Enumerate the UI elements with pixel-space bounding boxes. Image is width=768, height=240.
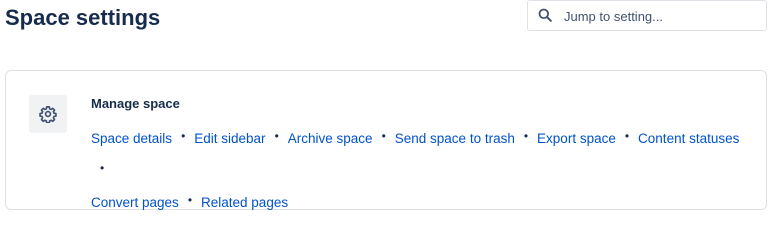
send-space-to-trash-link[interactable]: Send space to trash [395,131,515,146]
export-space-link[interactable]: Export space [537,131,616,146]
manage-space-card: Manage space Space details • Edit sidebar •… [5,70,767,210]
manage-space-heading: Manage space [91,96,180,111]
related-pages-link[interactable]: Related pages [201,195,288,210]
jump-to-setting-search[interactable] [527,0,767,31]
page-title: Space settings [5,5,161,30]
search-icon [538,8,552,22]
content-statuses-link[interactable]: Content statuses [638,131,739,146]
space-details-link[interactable]: Space details [91,131,172,146]
separator-dot: • [187,193,193,207]
search-input[interactable] [564,5,760,27]
separator-dot: • [181,129,186,143]
archive-space-link[interactable]: Archive space [288,131,373,146]
separator-dot: • [274,129,279,143]
edit-sidebar-link[interactable]: Edit sidebar [194,131,265,146]
separator-dot: • [381,129,386,143]
separator-dot: • [100,161,105,175]
space-settings-page: Space settings Manage space Space detail… [0,0,768,210]
separator-dot: • [624,129,630,143]
manage-space-icon-tile [29,95,67,133]
manage-space-links: Space details • Edit sidebar • Archive space… [91,123,751,219]
convert-pages-link[interactable]: Convert pages [91,195,179,210]
separator-dot: • [523,129,529,143]
gear-icon [39,106,57,123]
